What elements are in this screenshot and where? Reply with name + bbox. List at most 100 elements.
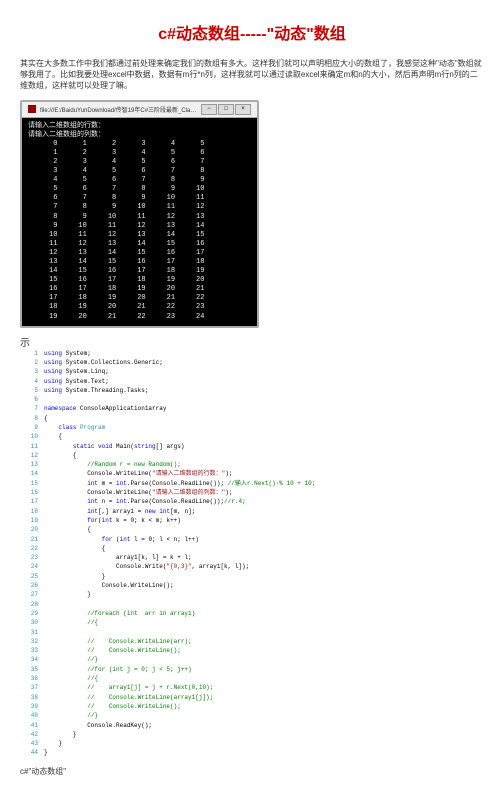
- code-text: Console.WriteLine("请输入二维数组的列数：");: [44, 488, 232, 497]
- code-line: 35 //for (int j = 0; j < 5; j++): [20, 665, 484, 674]
- console-window: file:///E:/BaiduYunDownload/传智19年C#三阶段最新…: [20, 100, 259, 328]
- code-text: //Random r = new Random();: [44, 460, 181, 469]
- line-number: 9: [20, 423, 38, 432]
- code-text: using System.Text;: [44, 377, 109, 386]
- code-text: {: [44, 414, 48, 423]
- code-line: 2 using System.Collections.Generic;: [20, 358, 484, 367]
- maximize-button[interactable]: □: [218, 104, 234, 115]
- code-text: }: [44, 730, 76, 739]
- line-number: 12: [20, 451, 38, 460]
- line-number: 35: [20, 665, 38, 674]
- line-number: 26: [20, 581, 38, 590]
- code-line: 9 class Program: [20, 423, 484, 432]
- code-line: 33 // Console.WriteLine();: [20, 646, 484, 655]
- code-line: 21 for (int l = 0; l < n; l++): [20, 535, 484, 544]
- code-line: 36 //{: [20, 674, 484, 683]
- console-title: file:///E:/BaiduYunDownload/传智19年C#三阶段最新…: [40, 105, 197, 114]
- code-text: // array1[j] = j + r.Next(0,10);: [44, 683, 213, 692]
- code-text: // Console.WriteLine(array1[j]);: [44, 693, 213, 702]
- line-number: 23: [20, 553, 38, 562]
- line-number: 2: [20, 358, 38, 367]
- code-line: 29 //foreach (int arr in array1): [20, 609, 484, 618]
- close-button[interactable]: ×: [235, 104, 251, 115]
- line-number: 28: [20, 600, 38, 609]
- line-number: 3: [20, 367, 38, 376]
- code-text: using System.Threading.Tasks;: [44, 386, 148, 395]
- code-line: 26 Console.WriteLine();: [20, 581, 484, 590]
- code-text: }: [44, 572, 105, 581]
- code-line: 31: [20, 628, 484, 637]
- code-line: 24 Console.Write("{0,3}", array1[k, l]);: [20, 562, 484, 571]
- line-number: 22: [20, 544, 38, 553]
- code-line: 10 {: [20, 432, 484, 441]
- line-number: 37: [20, 683, 38, 692]
- code-text: //{: [44, 618, 98, 627]
- window-controls: − □ ×: [201, 104, 251, 115]
- line-number: 10: [20, 432, 38, 441]
- code-text: {: [44, 451, 76, 460]
- code-text: int m = int.Parse(Console.ReadLine()); /…: [44, 479, 315, 488]
- line-number: 5: [20, 386, 38, 395]
- code-line: 41 Console.ReadKey();: [20, 721, 484, 730]
- line-number: 20: [20, 525, 38, 534]
- code-line: 44}: [20, 748, 484, 757]
- line-number: 7: [20, 404, 38, 413]
- line-number: 29: [20, 609, 38, 618]
- code-text: namespace ConsoleApplication1array: [44, 404, 166, 413]
- code-text: using System.Collections.Generic;: [44, 358, 163, 367]
- code-line: 28: [20, 600, 484, 609]
- line-number: 16: [20, 488, 38, 497]
- line-number: 19: [20, 516, 38, 525]
- code-line: 19 for(int k = 0; k < m; k++): [20, 516, 484, 525]
- line-number: 34: [20, 655, 38, 664]
- code-line: 8{: [20, 414, 484, 423]
- article-title: c#动态数组-----"动态"数组: [20, 20, 484, 44]
- code-text: // Console.WriteLine();: [44, 646, 181, 655]
- line-number: 17: [20, 497, 38, 506]
- line-number: 1: [20, 349, 38, 358]
- console-icon: [28, 105, 36, 113]
- footer-text: c#"动态数组": [20, 766, 484, 777]
- code-text: }: [44, 748, 48, 757]
- code-line: 12 {: [20, 451, 484, 460]
- code-line: 1using System;: [20, 349, 484, 358]
- code-text: class Program: [44, 423, 105, 432]
- code-line: 32 // Console.WriteLine(arr);: [20, 637, 484, 646]
- console-output: 请输入二维数组的行数： 请输入二维数组的列数： 0 1 2 3 4 5 1 2 …: [22, 118, 257, 326]
- code-line: 22 {: [20, 544, 484, 553]
- line-number: 6: [20, 395, 38, 404]
- code-line: 25 }: [20, 572, 484, 581]
- code-text: //foreach (int arr in array1): [44, 609, 195, 618]
- code-text: }: [44, 590, 91, 599]
- line-number: 39: [20, 702, 38, 711]
- code-line: 38 // Console.WriteLine(array1[j]);: [20, 693, 484, 702]
- code-text: // Console.WriteLine(arr);: [44, 637, 192, 646]
- code-text: Console.WriteLine();: [44, 581, 174, 590]
- article-description: 其实在大多数工作中我们都通过前处理来确定我们的数组有多大。这样我们就可以声明相应…: [20, 58, 484, 92]
- line-number: 11: [20, 442, 38, 451]
- code-line: 6: [20, 395, 484, 404]
- code-text: array1[k, l] = k + l;: [44, 553, 192, 562]
- line-number: 43: [20, 739, 38, 748]
- code-text: int n = int.Parse(Console.ReadLine());//…: [44, 497, 246, 506]
- code-line: 34 //}: [20, 655, 484, 664]
- line-number: 27: [20, 590, 38, 599]
- code-text: //for (int j = 0; j < 5; j++): [44, 665, 192, 674]
- code-line: 16 Console.WriteLine("请输入二维数组的列数：");: [20, 488, 484, 497]
- code-line: 30 //{: [20, 618, 484, 627]
- code-line: 17 int n = int.Parse(Console.ReadLine())…: [20, 497, 484, 506]
- line-number: 38: [20, 693, 38, 702]
- code-line: 7 namespace ConsoleApplication1array: [20, 404, 484, 413]
- line-number: 24: [20, 562, 38, 571]
- code-text: {: [44, 525, 91, 534]
- code-text: {: [44, 544, 105, 553]
- code-line: 14 Console.WriteLine("请输入二维数组的行数：");: [20, 469, 484, 478]
- minimize-button[interactable]: −: [201, 104, 217, 115]
- code-text: Console.Write("{0,3}", array1[k, l]);: [44, 562, 249, 571]
- code-text: //{: [44, 674, 98, 683]
- code-text: static void Main(string[] args): [44, 442, 184, 451]
- code-line: 20 {: [20, 525, 484, 534]
- line-number: 25: [20, 572, 38, 581]
- line-number: 42: [20, 730, 38, 739]
- line-number: 32: [20, 637, 38, 646]
